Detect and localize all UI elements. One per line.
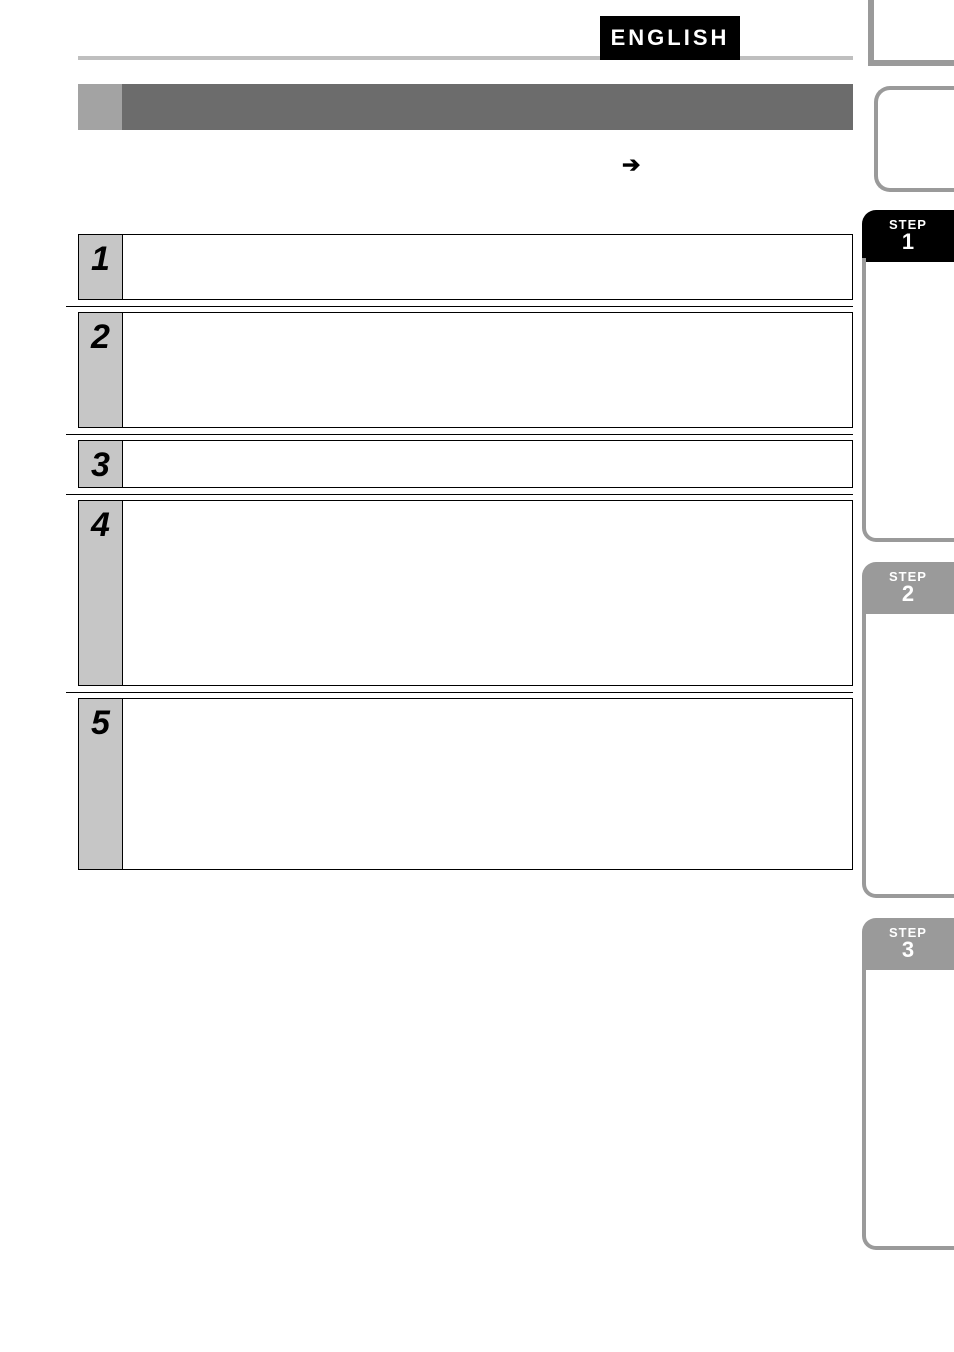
chevron-down-icon (78, 428, 853, 440)
decor-h-bar (868, 60, 954, 66)
chevron-down-icon (78, 686, 853, 698)
step-row: 1 (78, 234, 853, 300)
step-number: 3 (79, 441, 123, 487)
step-content (123, 235, 852, 299)
side-tab-step-1: STEP 1 (862, 210, 954, 262)
chevron-down-icon (78, 300, 853, 312)
section-title-bar (78, 84, 853, 130)
side-panel-2 (862, 610, 954, 898)
step-content (123, 501, 852, 685)
side-tab-number: 3 (902, 937, 914, 963)
step-number: 2 (79, 313, 123, 427)
side-tab-number: 1 (902, 229, 914, 255)
step-content (123, 313, 852, 427)
step-content (123, 699, 852, 869)
step-row: 5 (78, 698, 853, 870)
arrow-right-icon: ➔ (622, 152, 640, 178)
right-box-top (874, 86, 954, 192)
side-tab-number: 2 (902, 581, 914, 607)
language-tag: ENGLISH (600, 16, 740, 60)
step-number: 4 (79, 501, 123, 685)
side-tab-step-2: STEP 2 (862, 562, 954, 614)
side-tab-step-3: STEP 3 (862, 918, 954, 970)
step-number: 1 (79, 235, 123, 299)
side-panel-3 (862, 966, 954, 1250)
side-panel-1 (862, 258, 954, 542)
step-number: 5 (79, 699, 123, 869)
step-content (123, 441, 852, 499)
section-title-number-box (78, 84, 122, 130)
step-row: 4 (78, 500, 853, 686)
language-tag-text: ENGLISH (611, 25, 730, 51)
step-row: 3 (78, 440, 853, 488)
decor-v-bar (868, 0, 874, 63)
step-row: 2 (78, 312, 853, 428)
steps-table: 1 2 3 4 5 (78, 234, 853, 870)
